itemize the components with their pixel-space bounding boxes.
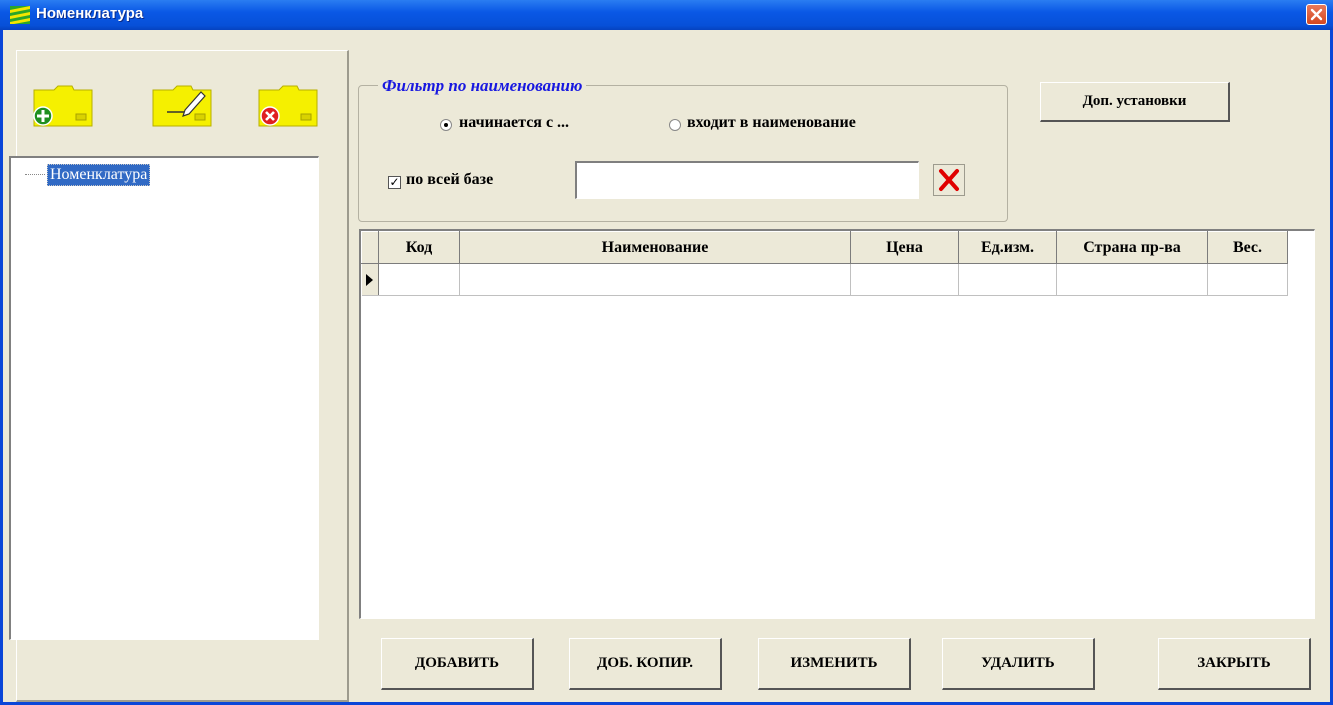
category-tree[interactable]: Номенклатура <box>9 156 319 640</box>
cell-country[interactable] <box>1056 263 1208 296</box>
radio-starts-with[interactable] <box>440 119 452 131</box>
grid-indicator-header <box>361 231 379 264</box>
tree-connector <box>25 174 45 175</box>
add-folder-button[interactable] <box>30 82 94 128</box>
edit-folder-button[interactable] <box>149 82 213 128</box>
extra-settings-button[interactable]: Доп. установки <box>1040 82 1230 122</box>
edit-button[interactable]: ИЗМЕНИТЬ <box>758 638 911 690</box>
column-header-country[interactable]: Страна пр-ва <box>1056 231 1208 264</box>
checkbox-all-base[interactable]: ✓ <box>388 176 401 189</box>
cell-name[interactable] <box>459 263 851 296</box>
filter-group <box>358 85 1008 222</box>
add-button[interactable]: ДОБАВИТЬ <box>381 638 534 690</box>
close-button[interactable]: ЗАКРЫТЬ <box>1158 638 1311 690</box>
filter-legend: Фильтр по наименованию <box>378 76 587 96</box>
cell-price[interactable] <box>850 263 959 296</box>
close-icon <box>1310 8 1323 21</box>
column-header-name[interactable]: Наименование <box>459 231 851 264</box>
clear-search-button[interactable] <box>933 164 965 196</box>
add-copy-button[interactable]: ДОБ. КОПИР. <box>569 638 722 690</box>
search-input[interactable] <box>575 161 919 199</box>
column-header-code[interactable]: Код <box>378 231 460 264</box>
tree-node-root[interactable]: Номенклатура <box>47 164 151 186</box>
radio-contains-label[interactable]: входит в наименование <box>687 114 856 132</box>
folder-add-icon <box>33 85 93 127</box>
delete-button[interactable]: УДАЛИТЬ <box>942 638 1095 690</box>
window-title: Номенклатура <box>36 5 144 22</box>
row-pointer-icon <box>365 274 373 286</box>
checkbox-all-base-label[interactable]: по всей базе <box>406 171 493 189</box>
column-header-weight[interactable]: Вес. <box>1207 231 1288 264</box>
folder-delete-icon <box>258 85 318 127</box>
row-indicator <box>361 263 379 296</box>
clear-x-icon <box>939 169 959 191</box>
cell-weight[interactable] <box>1207 263 1288 296</box>
close-window-button[interactable] <box>1306 4 1327 25</box>
delete-folder-button[interactable] <box>255 82 319 128</box>
radio-starts-with-label[interactable]: начинается с ... <box>459 114 569 132</box>
window: Номенклатура Номенклатура Фильтр по наим… <box>0 0 1333 705</box>
cell-unit[interactable] <box>958 263 1057 296</box>
cell-code[interactable] <box>378 263 460 296</box>
table-row[interactable] <box>361 263 1288 296</box>
title-bar[interactable]: Номенклатура <box>0 0 1333 30</box>
app-logo-icon <box>10 6 30 24</box>
radio-contains[interactable] <box>669 119 681 131</box>
folder-edit-icon <box>152 85 212 127</box>
column-header-unit[interactable]: Ед.изм. <box>958 231 1057 264</box>
items-grid[interactable]: Код Наименование Цена Ед.изм. Страна пр-… <box>359 229 1315 619</box>
column-header-price[interactable]: Цена <box>850 231 959 264</box>
